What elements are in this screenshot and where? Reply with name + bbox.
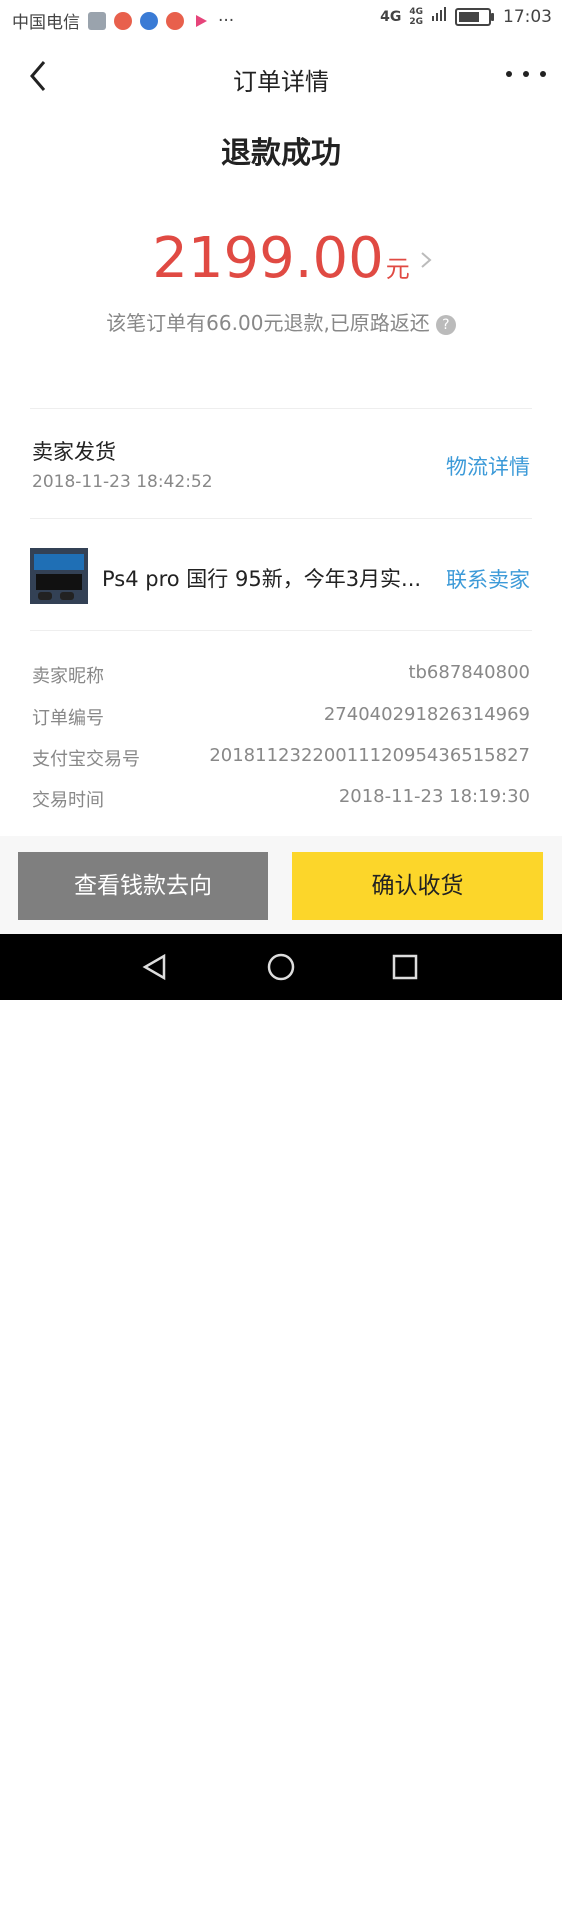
help-icon[interactable]: ? xyxy=(435,314,456,335)
detail-row-trade-time: 交易时间 2018-11-23 18:19:30 xyxy=(32,786,530,812)
network-4g-icon: 4G xyxy=(380,8,402,25)
dot-icon xyxy=(523,71,529,77)
detail-value: 2018112322001112095436515827 xyxy=(209,745,530,766)
clock: 17:03 xyxy=(503,6,552,27)
refund-note: 该笔订单有66.00元退款,已原路返还? xyxy=(0,307,562,336)
chevron-right-icon xyxy=(421,252,432,268)
nav-home-icon[interactable] xyxy=(266,952,296,982)
page-title: 订单详情 xyxy=(233,68,329,96)
contact-seller-link[interactable]: 联系卖家 xyxy=(446,564,530,594)
status-bar: 中国电信 ··· 4G 4G 2G 17:03 xyxy=(0,0,562,38)
detail-value: 274040291826314969 xyxy=(323,704,530,725)
product-thumbnail[interactable] xyxy=(30,548,88,604)
dot-icon xyxy=(506,71,512,77)
signal-icon xyxy=(431,6,447,27)
network-4g-label: 4G xyxy=(409,6,423,17)
detail-row-alipay-number: 支付宝交易号 2018112322001112095436515827 xyxy=(32,745,530,771)
detail-value: 2018-11-23 18:19:30 xyxy=(338,786,530,807)
divider xyxy=(30,518,532,519)
nav-bar: 订单详情 xyxy=(0,48,562,104)
shipping-title: 卖家发货 xyxy=(32,440,116,464)
confirm-receipt-button[interactable]: 确认收货 xyxy=(292,852,543,920)
nav-recents-icon[interactable] xyxy=(392,954,418,980)
network-dual-icon: 4G 2G xyxy=(409,7,423,27)
amount-unit: 元 xyxy=(385,255,410,283)
watermark: 广东龙网 xyxy=(424,1893,528,1921)
video-app-icon xyxy=(192,12,210,30)
shipping-time: 2018-11-23 18:42:52 xyxy=(32,472,213,492)
battery-level xyxy=(459,11,479,22)
detail-key: 订单编号 xyxy=(32,708,104,729)
detail-row-order-number: 订单编号 274040291826314969 xyxy=(32,704,530,730)
system-nav-bar: 广东龙网 xyxy=(0,934,562,1921)
detail-value: tb687840800 xyxy=(408,662,530,683)
divider xyxy=(30,408,532,409)
baidu-app-icon xyxy=(140,11,158,30)
amount-row[interactable]: 2199.00元 xyxy=(0,226,562,291)
battery-icon xyxy=(455,7,494,26)
detail-key: 卖家昵称 xyxy=(32,666,104,687)
gallery-app-icon xyxy=(88,11,106,30)
bottom-action-bar: 查看钱款去向 确认收货 xyxy=(0,836,562,934)
more-options-button[interactable] xyxy=(506,60,546,88)
product-name[interactable]: Ps4 pro 国行 95新，今年3月实... xyxy=(102,563,422,593)
refund-note-text: 该笔订单有66.00元退款,已原路返还 xyxy=(106,311,430,335)
network-2g-label: 2G xyxy=(409,16,423,27)
divider xyxy=(30,630,532,631)
detail-row-seller: 卖家昵称 tb687840800 xyxy=(32,662,530,688)
view-funds-button[interactable]: 查看钱款去向 xyxy=(18,852,268,920)
detail-key: 支付宝交易号 xyxy=(32,749,140,770)
nav-back-icon[interactable] xyxy=(140,952,170,982)
detail-key: 交易时间 xyxy=(32,790,104,811)
order-amount: 2199.00 xyxy=(152,226,384,291)
logistics-details-link[interactable]: 物流详情 xyxy=(446,451,530,481)
more-notifications-icon: ··· xyxy=(218,10,235,31)
order-status-title: 退款成功 xyxy=(221,136,341,171)
weibo-app-icon-2 xyxy=(166,11,184,30)
carrier-label: 中国电信 xyxy=(12,13,80,33)
dot-icon xyxy=(540,71,546,77)
weibo-app-icon xyxy=(114,11,132,30)
